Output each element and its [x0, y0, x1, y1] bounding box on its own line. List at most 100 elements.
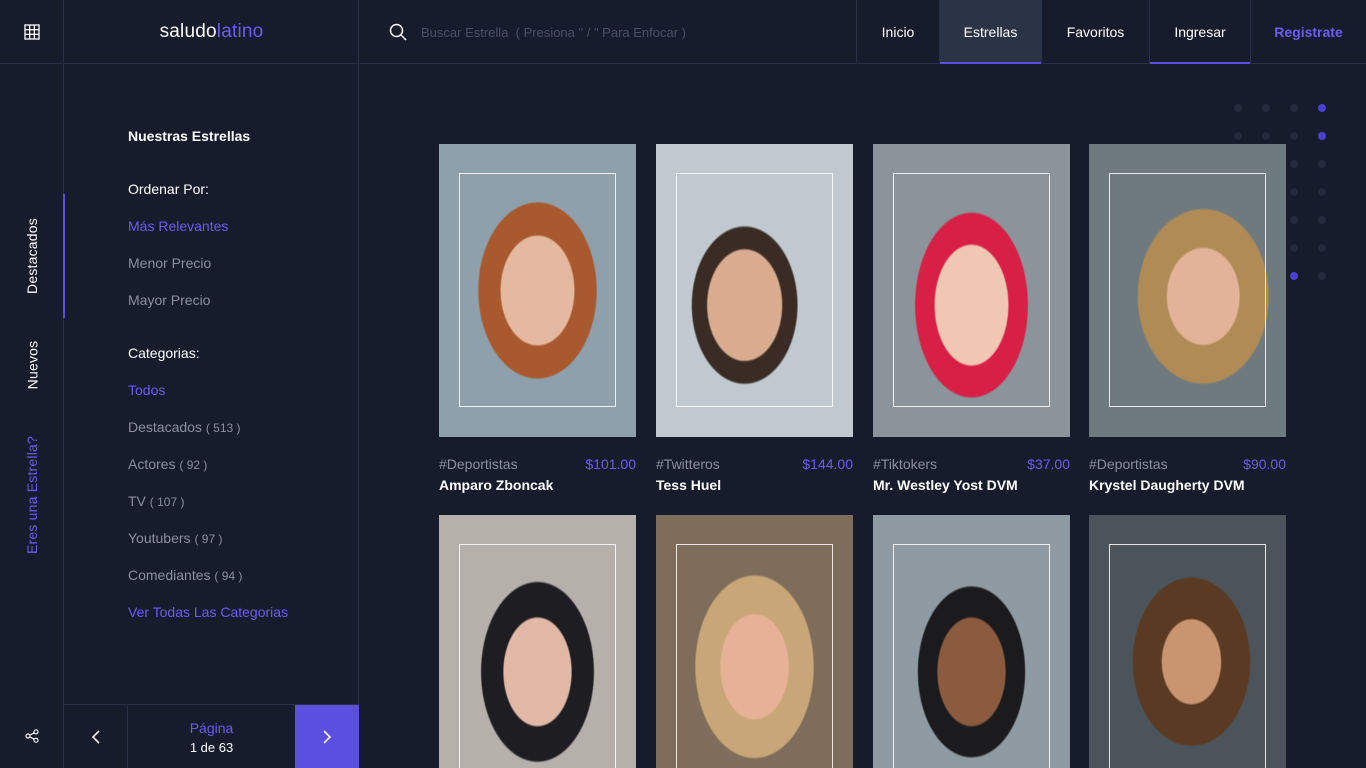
star-photo[interactable] — [656, 515, 853, 768]
tab-destacados[interactable]: Destacados — [0, 194, 65, 318]
category-count: ( 92 ) — [179, 458, 208, 472]
star-price: $37.00 — [1027, 456, 1070, 472]
nav-ingresar-label: Ingresar — [1174, 24, 1226, 40]
pagination: Página 1 de 63 — [64, 704, 359, 768]
next-page-button[interactable] — [295, 705, 359, 768]
photo-frame — [676, 173, 833, 407]
nav-estrellas-label: Estrellas — [963, 24, 1018, 40]
nav-ingresar[interactable]: Ingresar — [1149, 0, 1250, 64]
left-rail: Destacados Nuevos Eres una Estrella? — [0, 0, 65, 768]
share-icon — [25, 729, 39, 743]
nav-registrate[interactable]: Registrate — [1250, 0, 1366, 64]
star-tag[interactable]: #Deportistas — [1089, 456, 1168, 472]
photo-frame — [1109, 173, 1266, 407]
grid-icon — [24, 23, 40, 40]
search-input[interactable] — [421, 24, 841, 40]
photo-frame — [459, 173, 616, 407]
page-indicator: Página 1 de 63 — [128, 705, 295, 768]
search-icon[interactable] — [389, 23, 407, 41]
category-todos[interactable]: Todos — [128, 382, 348, 398]
sidebar-heading: Nuestras Estrellas — [128, 128, 251, 144]
star-name[interactable]: Krystel Daugherty DVM — [1089, 477, 1286, 493]
star-tag[interactable]: #Twitteros — [656, 456, 720, 472]
apps-grid-button[interactable] — [0, 0, 64, 64]
category-youtubers[interactable]: Youtubers ( 97 ) — [128, 530, 348, 546]
tab-destacados-label: Destacados — [24, 218, 40, 294]
dot — [1262, 104, 1270, 112]
dot — [1290, 104, 1298, 112]
dot — [1318, 216, 1326, 224]
dot — [1290, 272, 1298, 280]
star-photo[interactable] — [1089, 144, 1286, 437]
nav-favoritos-label: Favoritos — [1066, 24, 1125, 40]
page-value: 1 de 63 — [189, 739, 234, 755]
nav-favoritos[interactable]: Favoritos — [1041, 0, 1149, 64]
photo-frame — [893, 544, 1050, 768]
star-card[interactable] — [1089, 515, 1286, 768]
star-card[interactable] — [873, 515, 1070, 768]
sort-option-relevantes[interactable]: Más Relevantes — [128, 218, 348, 234]
star-tag[interactable]: #Deportistas — [439, 456, 518, 472]
category-count: ( 107 ) — [149, 495, 185, 509]
dot — [1318, 132, 1326, 140]
category-comediantes[interactable]: Comediantes ( 94 ) — [128, 567, 348, 583]
star-meta: #Deportistas $90.00 — [1089, 456, 1286, 472]
dot — [1262, 132, 1270, 140]
star-card[interactable]: #Deportistas $90.00 Krystel Daugherty DV… — [1089, 144, 1286, 493]
photo-frame — [893, 173, 1050, 407]
star-card[interactable]: #Deportistas $101.00 Amparo Zboncak — [439, 144, 636, 493]
star-card[interactable] — [439, 515, 636, 768]
star-photo[interactable] — [656, 144, 853, 437]
category-name: Youtubers — [128, 530, 191, 546]
category-count: ( 513 ) — [205, 421, 241, 435]
category-destacados[interactable]: Destacados ( 513 ) — [128, 419, 348, 435]
category-tv[interactable]: TV ( 107 ) — [128, 493, 348, 509]
category-actores[interactable]: Actores ( 92 ) — [128, 456, 348, 472]
star-name[interactable]: Mr. Westley Yost DVM — [873, 477, 1070, 493]
tab-nuevos-label: Nuevos — [23, 340, 40, 390]
star-photo[interactable] — [873, 144, 1070, 437]
dot — [1290, 216, 1298, 224]
all-categories-link[interactable]: Ver Todas Las Categorias — [128, 604, 348, 620]
dot — [1318, 104, 1326, 112]
star-meta: #Twitteros $144.00 — [656, 456, 853, 472]
category-count: ( 94 ) — [214, 569, 243, 583]
photo-frame — [1109, 544, 1266, 768]
star-photo[interactable] — [1089, 515, 1286, 768]
top-bar: Inicio Estrellas Favoritos Ingresar Regi… — [359, 0, 1366, 64]
nav-inicio-label: Inicio — [881, 24, 915, 40]
tab-eres-una-estrella[interactable]: Eres una Estrella? — [0, 420, 64, 570]
nav-estrellas[interactable]: Estrellas — [939, 0, 1041, 64]
star-card[interactable] — [656, 515, 853, 768]
photo-frame — [459, 544, 616, 768]
star-card[interactable]: #Tiktokers $37.00 Mr. Westley Yost DVM — [873, 144, 1070, 493]
category-name: Actores — [128, 456, 176, 472]
star-tag[interactable]: #Tiktokers — [873, 456, 937, 472]
sort-option-mayor-precio[interactable]: Mayor Precio — [128, 292, 348, 308]
dot — [1290, 160, 1298, 168]
dot — [1318, 160, 1326, 168]
star-meta: #Tiktokers $37.00 — [873, 456, 1070, 472]
dot — [1234, 104, 1242, 112]
logo[interactable]: saludo latino — [64, 0, 359, 64]
sort-label: Ordenar Por: — [128, 181, 209, 197]
search-bar — [389, 0, 849, 64]
star-card[interactable]: #Twitteros $144.00 Tess Huel — [656, 144, 853, 493]
category-count: ( 97 ) — [194, 532, 223, 546]
tab-nuevos[interactable]: Nuevos — [0, 325, 64, 405]
star-name[interactable]: Amparo Zboncak — [439, 477, 636, 493]
page-label: Página — [189, 719, 234, 736]
sidebar: saludo latino Nuestras Estrellas Ordenar … — [64, 0, 359, 768]
nav-inicio[interactable]: Inicio — [856, 0, 939, 64]
nav-registrate-label: Registrate — [1274, 24, 1343, 40]
star-photo[interactable] — [439, 144, 636, 437]
star-photo[interactable] — [439, 515, 636, 768]
share-button[interactable] — [0, 704, 64, 768]
star-photo[interactable] — [873, 515, 1070, 768]
sort-option-menor-precio[interactable]: Menor Precio — [128, 255, 348, 271]
prev-page-button[interactable] — [64, 705, 128, 768]
dot — [1234, 132, 1242, 140]
dot — [1290, 188, 1298, 196]
star-price: $144.00 — [802, 456, 853, 472]
star-name[interactable]: Tess Huel — [656, 477, 853, 493]
